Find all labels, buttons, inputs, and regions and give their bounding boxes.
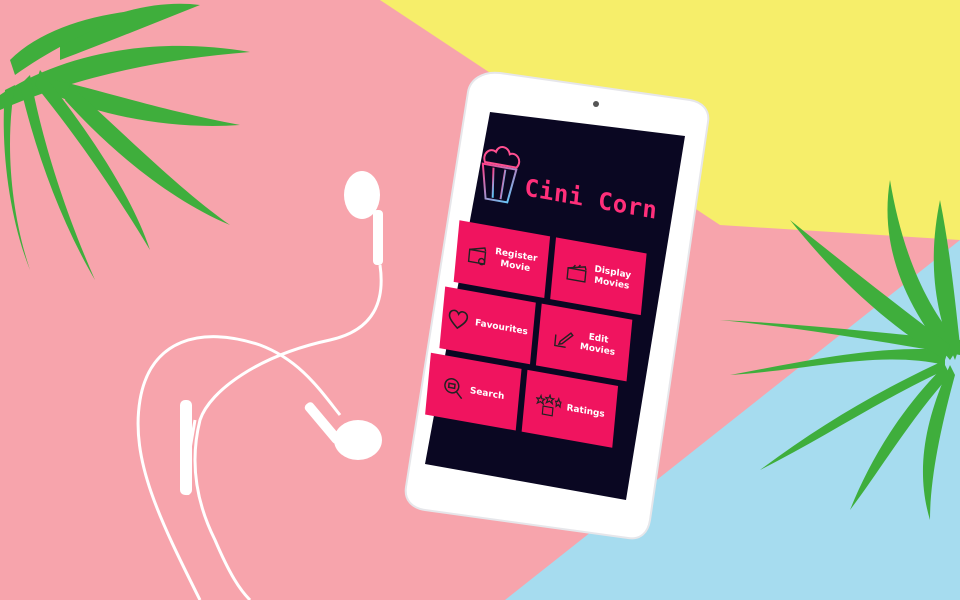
display-movies-button[interactable]: Display Movies [550,237,647,316]
tile-label: Display Movies [593,264,632,292]
favourites-button[interactable]: Favourites [439,286,536,365]
ratings-button[interactable]: Ratings [521,369,619,448]
clapperboard-icon [566,264,588,283]
app-title: Cini Corn [523,173,659,225]
register-movie-button[interactable]: Register Movie [453,220,551,299]
clapperboard-film-icon [467,247,486,266]
heart-icon [449,309,469,330]
edit-movies-button[interactable]: Edit Movies [535,303,633,382]
popcorn-bucket-icon [481,146,521,204]
tile-label: Favourites [474,317,529,337]
edit-icon [554,332,574,349]
app-content: Cini Corn Register Movie Display Movies … [384,108,666,530]
search-button[interactable]: Search [425,352,522,431]
tile-label: Register Movie [494,246,538,275]
earbud-bottom [334,420,382,460]
tile-label: Edit Movies [579,332,616,359]
search-icon [443,377,462,400]
tile-label: Search [469,385,505,402]
star-rating-icon [535,393,562,417]
tile-label: Ratings [566,402,606,420]
phone-screen: Cini Corn Register Movie Display Movies … [420,108,690,503]
